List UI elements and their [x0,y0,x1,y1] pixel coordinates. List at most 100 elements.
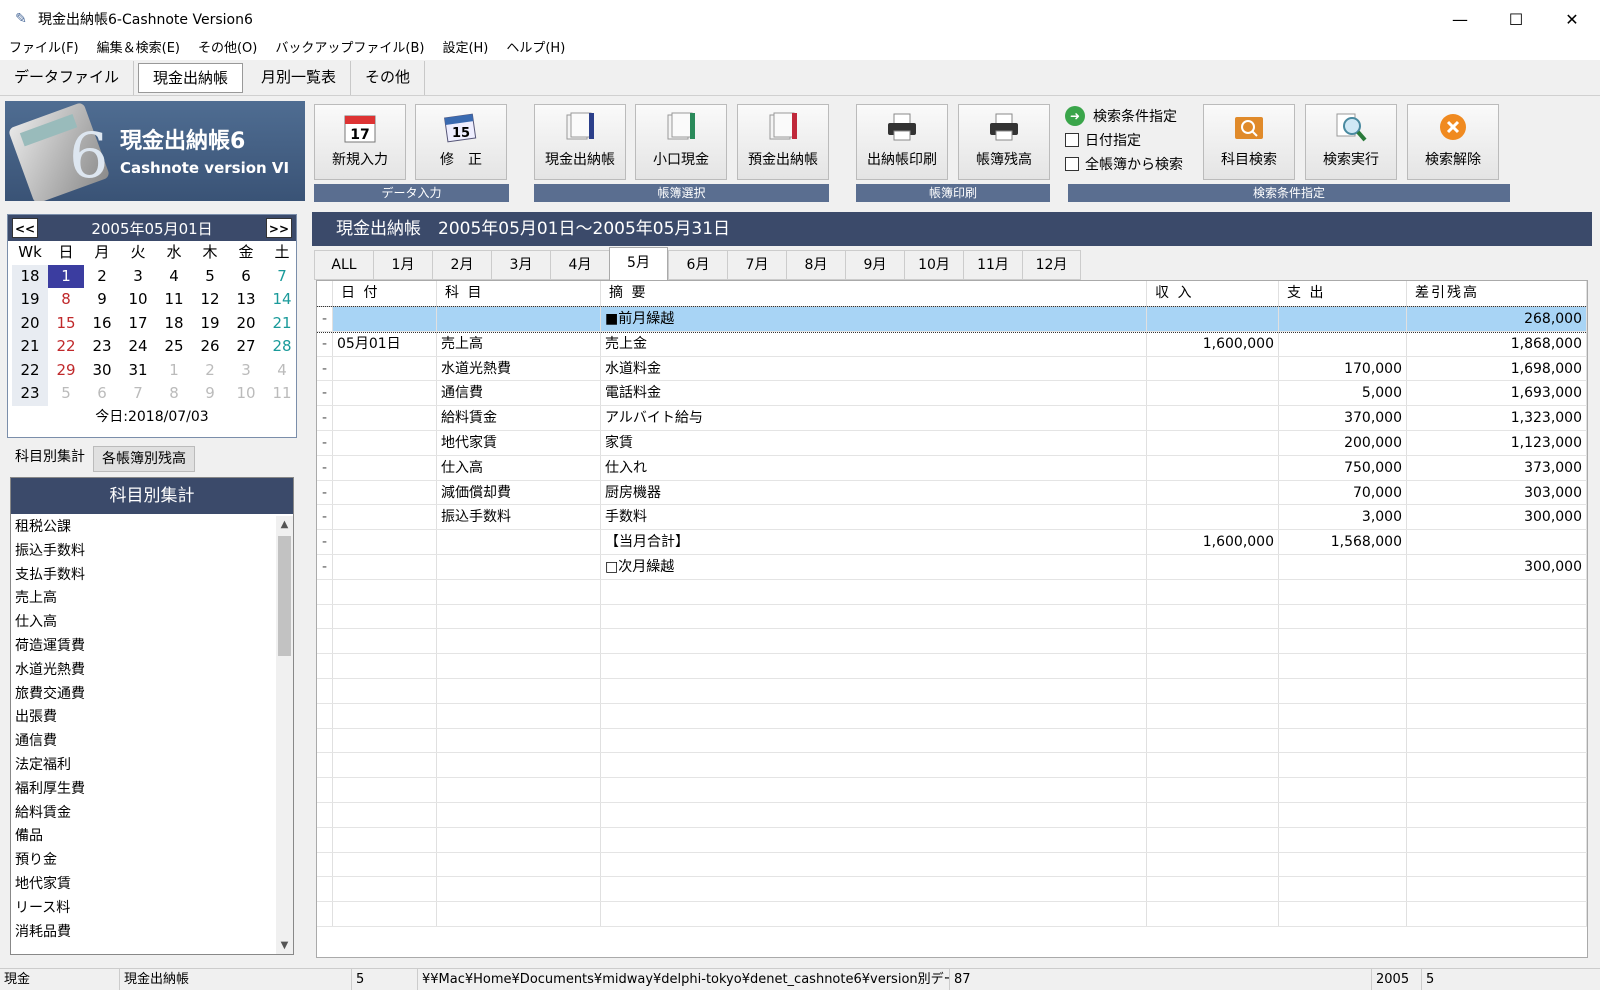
col-description[interactable]: 摘 要 [601,281,1147,306]
col-date[interactable]: 日 付 [333,281,437,306]
cell-balance[interactable] [1407,852,1587,877]
search-condition-row[interactable]: ➜ 検索条件指定 [1065,104,1205,128]
cell-account[interactable] [437,629,601,654]
cell-account[interactable] [437,678,601,703]
cell-income[interactable] [1147,406,1279,430]
print-balance-button[interactable]: 帳簿残高 [958,104,1050,180]
prev-month-button[interactable]: << [12,218,38,238]
cell-date[interactable] [333,827,437,852]
cell-balance[interactable]: 1,693,000 [1407,381,1587,406]
cell-description[interactable] [601,902,1147,926]
month-tab[interactable]: 3月 [491,250,550,280]
summary-item[interactable]: 出張費 [11,706,277,730]
cell-description[interactable] [601,604,1147,629]
cell-account[interactable]: 売上高 [437,331,601,356]
cell-account[interactable] [437,778,601,802]
menu-backup[interactable]: バックアップファイル(B) [266,38,433,60]
cash-book-button[interactable]: 現金出納帳 [534,104,626,180]
calendar-day[interactable]: 19 [192,312,228,336]
date-spec-checkbox[interactable] [1065,133,1079,147]
minimize-icon[interactable]: — [1432,0,1488,38]
month-tab[interactable]: 6月 [668,250,727,280]
cell-date[interactable] [333,381,437,406]
cell-income[interactable]: 1,600,000 [1147,331,1279,356]
summary-item[interactable]: 租税公課 [11,516,277,540]
calendar-day[interactable]: 28 [264,335,300,359]
cell-income[interactable] [1147,654,1279,678]
col-balance[interactable]: 差引残高 [1407,281,1587,306]
calendar-today[interactable]: 今日:2018/07/03 [8,406,296,428]
calendar-day[interactable]: 5 [192,265,228,289]
summary-item[interactable]: 地代家賃 [11,873,277,897]
search-all-checkbox[interactable] [1065,157,1079,171]
calendar-day[interactable]: 11 [156,288,192,312]
cell-expense[interactable] [1279,902,1407,926]
calendar-day[interactable]: 23 [84,335,120,359]
item-search-button[interactable]: 科目検索 [1203,104,1295,180]
cell-balance[interactable]: 1,323,000 [1407,406,1587,430]
summary-item[interactable]: 備品 [11,825,277,849]
cell-income[interactable] [1147,703,1279,728]
month-tab[interactable]: 8月 [786,250,845,280]
summary-item[interactable]: 預り金 [11,849,277,873]
cell-balance[interactable] [1407,728,1587,753]
cell-account[interactable] [437,802,601,827]
calendar-day[interactable]: 21 [264,312,300,336]
cell-income[interactable] [1147,554,1279,579]
tab-other[interactable]: その他 [351,61,426,95]
cell-balance[interactable] [1407,629,1587,654]
calendar-day[interactable]: 4 [156,265,192,289]
summary-item[interactable]: 売上高 [11,587,277,611]
cell-income[interactable] [1147,480,1279,505]
calendar-day[interactable]: 22 [48,335,84,359]
month-tab[interactable]: 4月 [550,250,609,280]
calendar-day[interactable]: 4 [264,359,300,383]
month-tab[interactable]: 1月 [373,250,432,280]
table-row[interactable] [317,728,1587,754]
cell-description[interactable]: □次月繰越 [601,554,1147,579]
table-row[interactable] [317,852,1587,878]
cell-expense[interactable] [1279,678,1407,703]
calendar-day[interactable]: 1 [48,264,84,288]
cell-balance[interactable] [1407,827,1587,852]
edit-button[interactable]: 15 修 正 [415,104,507,180]
cell-expense[interactable] [1279,728,1407,753]
calendar-day[interactable]: 10 [120,288,156,312]
col-expense[interactable]: 支 出 [1279,281,1407,306]
table-row[interactable] [317,579,1587,605]
cell-date[interactable]: 05月01日 [333,331,437,356]
cell-balance[interactable] [1407,877,1587,902]
cell-income[interactable] [1147,381,1279,406]
calendar-day[interactable]: 20 [228,312,264,336]
cell-expense[interactable]: 370,000 [1279,406,1407,430]
cell-balance[interactable] [1407,778,1587,802]
table-row[interactable] [317,629,1587,655]
cell-date[interactable] [333,654,437,678]
cell-balance[interactable] [1407,753,1587,778]
cell-date[interactable] [333,877,437,902]
cell-account[interactable] [437,902,601,926]
cell-expense[interactable] [1279,703,1407,728]
cell-balance[interactable]: 1,123,000 [1407,430,1587,455]
cell-account[interactable] [437,753,601,778]
cell-expense[interactable]: 70,000 [1279,480,1407,505]
close-icon[interactable]: ✕ [1544,0,1600,38]
table-row[interactable]: - 【当月合計】 1,600,000 1,568,000 [317,530,1587,555]
cell-income[interactable] [1147,877,1279,902]
calendar-day[interactable]: 27 [228,335,264,359]
cell-date[interactable] [333,753,437,778]
cell-description[interactable]: 家賃 [601,430,1147,455]
table-row[interactable]: - ■前月繰越 268,000 [317,306,1587,333]
tab-book-balance[interactable]: 各帳簿別残高 [93,446,195,472]
summary-item[interactable]: 仕入高 [11,611,277,635]
calendar-day[interactable]: 13 [228,288,264,312]
calendar-day[interactable]: 8 [156,382,192,406]
table-row[interactable]: - 地代家賃 家賃 200,000 1,123,000 [317,430,1587,456]
cell-account[interactable] [437,554,601,579]
cell-description[interactable] [601,629,1147,654]
table-row[interactable] [317,877,1587,903]
cell-account[interactable]: 減価償却費 [437,480,601,505]
cell-expense[interactable] [1279,753,1407,778]
cell-expense[interactable]: 3,000 [1279,505,1407,530]
cell-account[interactable] [437,530,601,554]
